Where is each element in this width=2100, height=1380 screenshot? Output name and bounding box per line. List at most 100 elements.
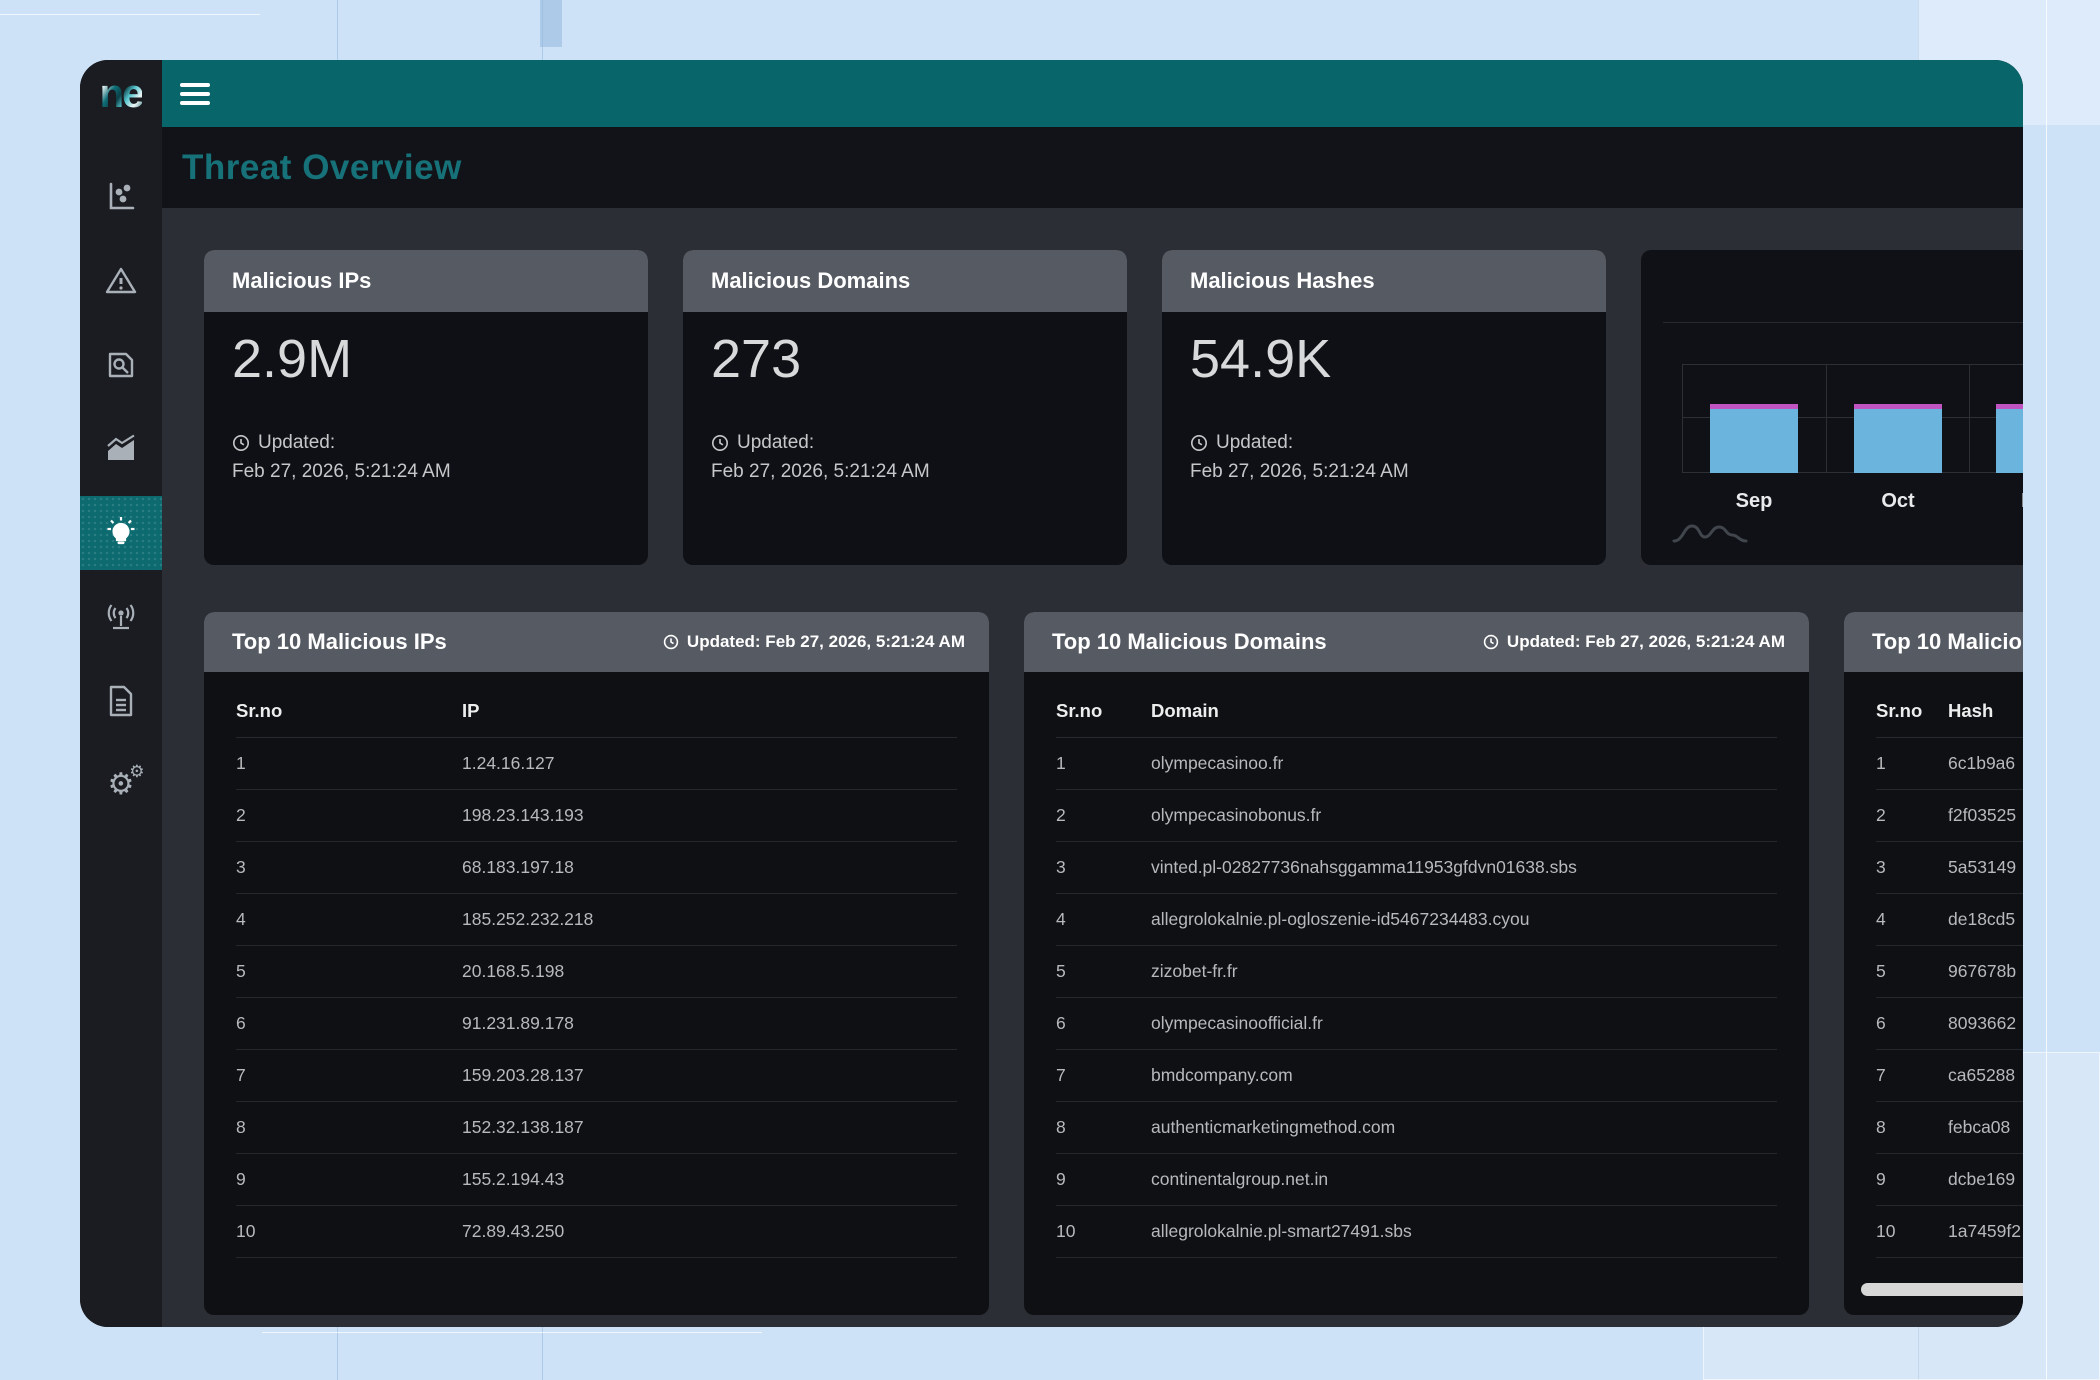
sidebar-item-investigate[interactable] [80,323,162,407]
table-title: Top 10 Malicious IPs [232,629,447,655]
table-row: 9dcbe169 [1876,1154,2023,1206]
table-row: 9continentalgroup.net.in [1056,1154,1777,1206]
stat-card-title: Malicious IPs [204,250,648,312]
bg-grid-line [0,14,260,15]
alert-triangle-icon [104,265,138,297]
stat-card-title: Malicious Domains [683,250,1127,312]
lightbulb-icon [104,516,138,550]
sidebar-item-feeds[interactable] [80,575,162,659]
cell-value: vinted.pl-02827736nahsggamma11953gfdvn01… [1151,857,1777,878]
cell-value: febca08 [1948,1117,2023,1138]
table-column-headers: Sr.no Hash [1876,672,2023,738]
table-updated: Updated: Feb 27, 2026, 5:21:24 AM [1483,632,1785,652]
cell-srno: 7 [1056,1065,1151,1086]
cell-value: 68.183.197.18 [462,857,957,878]
logo-text: ne [100,74,143,114]
table-row: 520.168.5.198 [236,946,957,998]
bar-sep [1710,404,1798,473]
table-row: 691.231.89.178 [236,998,957,1050]
column-header-value: Domain [1151,700,1777,722]
monthly-threat-bar-chart-card: SepOctNov [1641,250,2023,565]
sidebar-item-alerts[interactable] [80,239,162,323]
table-row: 8152.32.138.187 [236,1102,957,1154]
page-background: ne [0,0,2100,1380]
cell-value: olympecasinobonus.fr [1151,805,1777,826]
sidebar: ne [80,60,162,1327]
table-row: 8febca08 [1876,1102,2023,1154]
cell-value: 155.2.194.43 [462,1169,957,1190]
cell-value: 6c1b9a6 [1948,753,2023,774]
cell-srno: 3 [1876,857,1948,878]
column-header-srno: Sr.no [1876,700,1948,722]
table-row: 1olympecasinoo.fr [1056,738,1777,790]
cell-srno: 5 [1056,961,1151,982]
sidebar-nav: ⚙⚙ [80,155,162,827]
cell-srno: 3 [1056,857,1151,878]
cell-srno: 6 [236,1013,462,1034]
cell-value: olympecasinoo.fr [1151,753,1777,774]
cell-srno: 10 [236,1221,462,1242]
sidebar-item-intelligence[interactable] [80,496,162,570]
table-row: 11.24.16.127 [236,738,957,790]
cell-value: 72.89.43.250 [462,1221,957,1242]
clock-icon [711,434,729,452]
table-row: 8authenticmarketingmethod.com [1056,1102,1777,1154]
cell-value: bmdcompany.com [1151,1065,1777,1086]
cell-srno: 2 [1056,805,1151,826]
stat-value: 54.9K [1190,328,1578,390]
cell-value: 159.203.28.137 [462,1065,957,1086]
cell-value: f2f03525 [1948,805,2023,826]
cell-value: 967678b [1948,961,2023,982]
wave-zoom-control-icon[interactable] [1671,516,1749,551]
table-title: Top 10 Malicious Domains [1052,629,1327,655]
app-logo[interactable]: ne [80,60,162,127]
topbar [162,60,2023,127]
sidebar-item-reports[interactable] [80,659,162,743]
card-divider [1663,322,2023,323]
table-row: 3vinted.pl-02827736nahsggamma11953gfdvn0… [1056,842,1777,894]
cell-srno: 6 [1876,1013,1948,1034]
table-row: 4allegrolokalnie.pl-ogloszenie-id5467234… [1056,894,1777,946]
cell-srno: 7 [236,1065,462,1086]
clock-icon [232,434,250,452]
bar-fill [1854,409,1942,473]
table-row: 5967678b [1876,946,2023,998]
cell-value: dcbe169 [1948,1169,2023,1190]
cell-value: allegrolokalnie.pl-ogloszenie-id54672344… [1151,909,1777,930]
stat-value: 2.9M [232,328,620,390]
broadcast-icon [103,601,139,633]
table-row: 5zizobet-fr.fr [1056,946,1777,998]
updated-timestamp: Feb 27, 2026, 5:21:24 AM [232,457,620,486]
cell-srno: 9 [236,1169,462,1190]
sidebar-item-settings[interactable]: ⚙⚙ [80,743,162,827]
table-body: Sr.no Hash 16c1b9a62f2f0352535a531494de1… [1844,672,2023,1315]
cell-value: 1.24.16.127 [462,753,957,774]
cell-value: 185.252.232.218 [462,909,957,930]
cell-value: authenticmarketingmethod.com [1151,1117,1777,1138]
cell-srno: 9 [1876,1169,1948,1190]
cell-srno: 1 [1056,753,1151,774]
horizontal-scrollbar-thumb[interactable] [1861,1283,2023,1296]
cell-value: 198.23.143.193 [462,805,957,826]
file-search-icon [106,350,136,380]
table-row: 1072.89.43.250 [236,1206,957,1258]
cell-srno: 9 [1056,1169,1151,1190]
stat-card-malicious-domains: Malicious Domains 273 Updated: [683,250,1127,565]
cell-value: continentalgroup.net.in [1151,1169,1777,1190]
x-axis-label: Nov [1995,490,2023,513]
sidebar-item-dashboard[interactable] [80,155,162,239]
hamburger-menu-icon[interactable] [180,83,210,105]
table-row: 4de18cd5 [1876,894,2023,946]
column-header-srno: Sr.no [236,700,462,722]
bg-deco-rect [540,0,562,47]
sidebar-item-trends[interactable] [80,407,162,491]
scatter-chart-icon [105,181,137,213]
bar-fill [1996,409,2023,473]
cell-srno: 6 [1056,1013,1151,1034]
cell-value: olympecasinoofficial.fr [1151,1013,1777,1034]
cell-value: 1a7459f2 [1948,1221,2023,1242]
cell-srno: 8 [1056,1117,1151,1138]
title-row: Threat Overview [162,127,2023,208]
app-window: ne [80,60,2023,1327]
cell-srno: 4 [1056,909,1151,930]
